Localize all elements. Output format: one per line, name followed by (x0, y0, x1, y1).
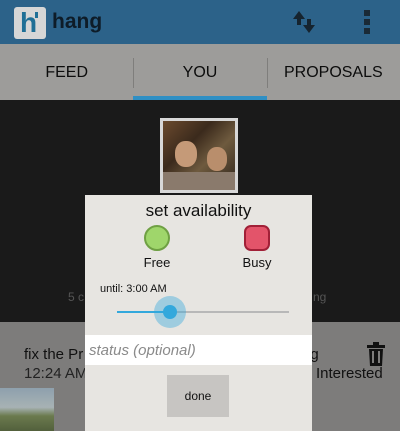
proposal-thumbnail (0, 388, 54, 431)
profile-photo (160, 118, 238, 193)
trash-icon[interactable] (366, 342, 386, 366)
tab-feed[interactable]: FEED (0, 44, 133, 100)
tab-bar: FEED YOU PROPOSALS (0, 44, 400, 100)
proposal-title: fix the Pr (24, 346, 84, 363)
proposal-time: 12:24 AM (24, 365, 88, 382)
free-circle-icon[interactable] (144, 225, 170, 251)
busy-label: Busy (242, 255, 272, 270)
sync-arrows-icon[interactable] (290, 8, 320, 36)
busy-square-icon[interactable] (244, 225, 270, 251)
set-availability-dialog: set availability Free Busy until: 3:00 A… (85, 195, 312, 431)
busy-option[interactable]: Busy (227, 225, 287, 271)
action-bar: h hang (0, 0, 400, 44)
done-button[interactable]: done (167, 375, 229, 417)
overflow-menu-icon[interactable] (363, 10, 371, 34)
tab-proposals[interactable]: PROPOSALS (266, 44, 400, 100)
proposal-status: Interested (316, 365, 383, 382)
until-slider-track[interactable] (117, 311, 289, 313)
dialog-title: set availability (145, 201, 252, 220)
app-title: hang (52, 10, 103, 33)
app-logo: h (14, 7, 46, 39)
slider-thumb-dot[interactable] (163, 305, 178, 319)
tab-you[interactable]: YOU (133, 44, 267, 100)
until-time-label: until: 3:00 AM (100, 283, 167, 295)
status-input[interactable] (85, 335, 312, 365)
until-slider-thumb[interactable] (154, 296, 187, 328)
background-text-right: ng (313, 290, 327, 304)
free-option[interactable]: Free (127, 225, 187, 271)
background-text-left: 5 c (68, 290, 85, 304)
free-label: Free (143, 255, 171, 270)
